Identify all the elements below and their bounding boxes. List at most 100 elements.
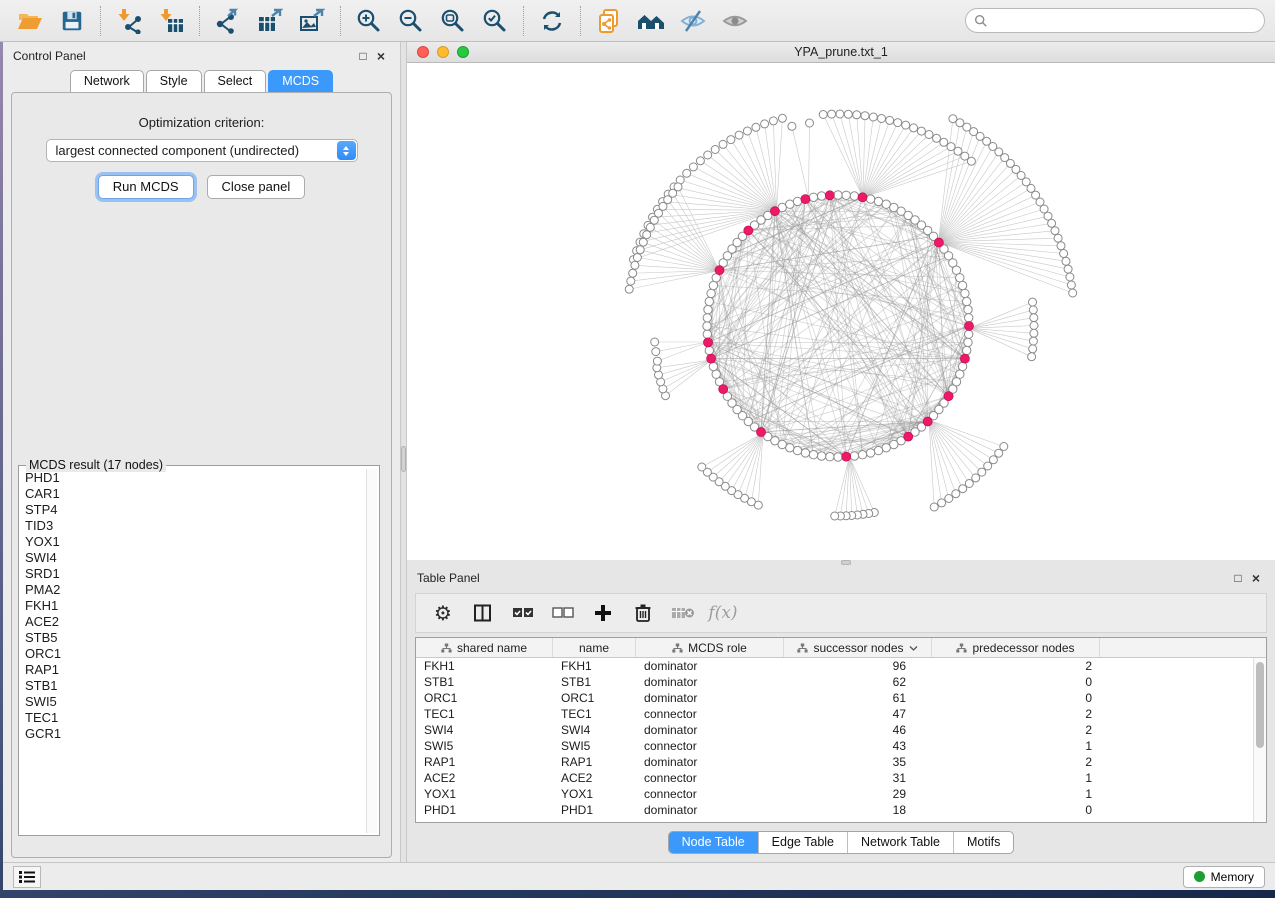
table-row[interactable]: STB1STB1dominator620 xyxy=(416,674,1253,690)
add-column-button[interactable] xyxy=(588,598,618,628)
refresh-button[interactable] xyxy=(532,4,572,38)
mcds-result-item[interactable]: ORC1 xyxy=(21,646,365,662)
table-cell: RAP1 xyxy=(416,755,553,769)
task-history-button[interactable] xyxy=(13,866,41,888)
table-row[interactable]: PHD1PHD1dominator180 xyxy=(416,802,1253,818)
run-mcds-button[interactable]: Run MCDS xyxy=(98,175,194,199)
zoom-out-button[interactable] xyxy=(391,4,431,38)
search-input[interactable] xyxy=(993,14,1256,28)
open-file-button[interactable] xyxy=(10,4,50,38)
tab-motifs[interactable]: Motifs xyxy=(953,832,1013,853)
mcds-result-item[interactable]: TID3 xyxy=(21,518,365,534)
table-panel: Table Panel □ × ⚙ xyxy=(407,564,1275,862)
tab-mcds[interactable]: MCDS xyxy=(268,70,333,92)
table-row[interactable]: RAP1RAP1dominator352 xyxy=(416,754,1253,770)
column-header-shared-name[interactable]: shared name xyxy=(416,638,553,657)
mcds-result-item[interactable]: CAR1 xyxy=(21,486,365,502)
table-cell: STB1 xyxy=(416,675,553,689)
delete-column-button[interactable] xyxy=(628,598,658,628)
table-scrollbar[interactable] xyxy=(1253,658,1266,822)
mcds-result-item[interactable]: PMA2 xyxy=(21,582,365,598)
first-neighbors-button[interactable] xyxy=(631,4,671,38)
mcds-result-item[interactable]: STP4 xyxy=(21,502,365,518)
tab-network-table[interactable]: Network Table xyxy=(847,832,953,853)
control-panel-close-button[interactable]: × xyxy=(372,50,390,62)
vertical-splitter[interactable] xyxy=(400,42,407,862)
column-header-predecessor-nodes[interactable]: predecessor nodes xyxy=(932,638,1100,657)
criterion-dropdown[interactable]: largest connected component (undirected) xyxy=(46,139,358,162)
control-panel-float-button[interactable]: □ xyxy=(354,50,372,62)
dropdown-stepper-icon xyxy=(337,141,356,160)
export-network-icon xyxy=(215,8,241,34)
table-panel-close-button[interactable]: × xyxy=(1247,572,1265,584)
main-toolbar xyxy=(0,0,1275,42)
table-cell: ORC1 xyxy=(553,691,636,705)
scrollbar-thumb[interactable] xyxy=(1256,662,1264,748)
splitter-grip[interactable] xyxy=(841,560,851,565)
column-header-successor-nodes[interactable]: successor nodes xyxy=(784,638,932,657)
table-row[interactable]: ORC1ORC1dominator610 xyxy=(416,690,1253,706)
mcds-result-item[interactable]: SRD1 xyxy=(21,566,365,582)
column-header-MCDS-role[interactable]: MCDS role xyxy=(636,638,784,657)
mcds-result-item[interactable]: GCR1 xyxy=(21,726,365,742)
zoom-in-button[interactable] xyxy=(349,4,389,38)
export-image-icon xyxy=(299,8,325,34)
mcds-result-item[interactable]: TEC1 xyxy=(21,710,365,726)
mcds-result-item[interactable]: SWI5 xyxy=(21,694,365,710)
optimization-criterion-label: Optimization criterion: xyxy=(18,115,385,130)
import-table-button[interactable] xyxy=(151,4,191,38)
export-table-button[interactable] xyxy=(250,4,290,38)
tab-edge-table[interactable]: Edge Table xyxy=(758,832,847,853)
mcds-result-item[interactable]: PHD1 xyxy=(21,470,365,486)
tab-select[interactable]: Select xyxy=(204,70,267,92)
mcds-result-item[interactable]: STB1 xyxy=(21,678,365,694)
table-cell: TEC1 xyxy=(553,707,636,721)
table-row[interactable]: SWI4SWI4dominator462 xyxy=(416,722,1253,738)
import-network-button[interactable] xyxy=(109,4,149,38)
export-image-button[interactable] xyxy=(292,4,332,38)
table-row[interactable]: YOX1YOX1connector291 xyxy=(416,786,1253,802)
column-header-name[interactable]: name xyxy=(553,638,636,657)
table-panel-float-button[interactable]: □ xyxy=(1229,572,1247,584)
tab-network[interactable]: Network xyxy=(70,70,144,92)
save-session-button[interactable] xyxy=(52,4,92,38)
save-floppy-icon xyxy=(60,9,84,33)
network-view-canvas[interactable] xyxy=(407,63,1275,560)
mcds-result-item[interactable]: SWI4 xyxy=(21,550,365,566)
tab-node-table[interactable]: Node Table xyxy=(669,832,758,853)
export-network-button[interactable] xyxy=(208,4,248,38)
hide-selected-button[interactable] xyxy=(673,4,713,38)
mcds-result-item[interactable]: ACE2 xyxy=(21,614,365,630)
table-row[interactable]: SWI5SWI5connector431 xyxy=(416,738,1253,754)
table-row[interactable]: FKH1FKH1dominator962 xyxy=(416,658,1253,674)
table-settings-button[interactable]: ⚙ xyxy=(428,598,458,628)
mcds-result-item[interactable]: STB5 xyxy=(21,630,365,646)
clone-network-button[interactable] xyxy=(589,4,629,38)
memory-button[interactable]: Memory xyxy=(1183,866,1265,888)
horizontal-splitter[interactable] xyxy=(407,560,1275,564)
table-row[interactable]: ACE2ACE2connector311 xyxy=(416,770,1253,786)
tab-style[interactable]: Style xyxy=(146,70,202,92)
eye-slash-icon xyxy=(679,8,707,34)
mcds-result-item[interactable]: FKH1 xyxy=(21,598,365,614)
table-cell: FKH1 xyxy=(553,659,636,673)
deselect-all-rows-button[interactable] xyxy=(548,598,578,628)
splitter-grip[interactable] xyxy=(401,446,406,472)
mcds-result-scrollbar[interactable] xyxy=(366,469,377,833)
select-all-rows-button[interactable] xyxy=(508,598,538,628)
table-cell: connector xyxy=(636,739,784,753)
table-panel-title: Table Panel xyxy=(417,571,480,585)
show-all-button[interactable] xyxy=(715,4,755,38)
close-panel-button[interactable]: Close panel xyxy=(207,175,306,199)
refresh-icon xyxy=(539,8,565,34)
column-type-icon xyxy=(797,643,808,653)
table-cell: YOX1 xyxy=(416,787,553,801)
table-row[interactable]: TEC1TEC1connector472 xyxy=(416,706,1253,722)
zoom-fit-button[interactable] xyxy=(433,4,473,38)
show-columns-button[interactable] xyxy=(468,598,498,628)
open-folder-icon xyxy=(17,8,43,34)
table-cell: dominator xyxy=(636,691,784,705)
zoom-selected-button[interactable] xyxy=(475,4,515,38)
mcds-result-item[interactable]: RAP1 xyxy=(21,662,365,678)
mcds-result-item[interactable]: YOX1 xyxy=(21,534,365,550)
